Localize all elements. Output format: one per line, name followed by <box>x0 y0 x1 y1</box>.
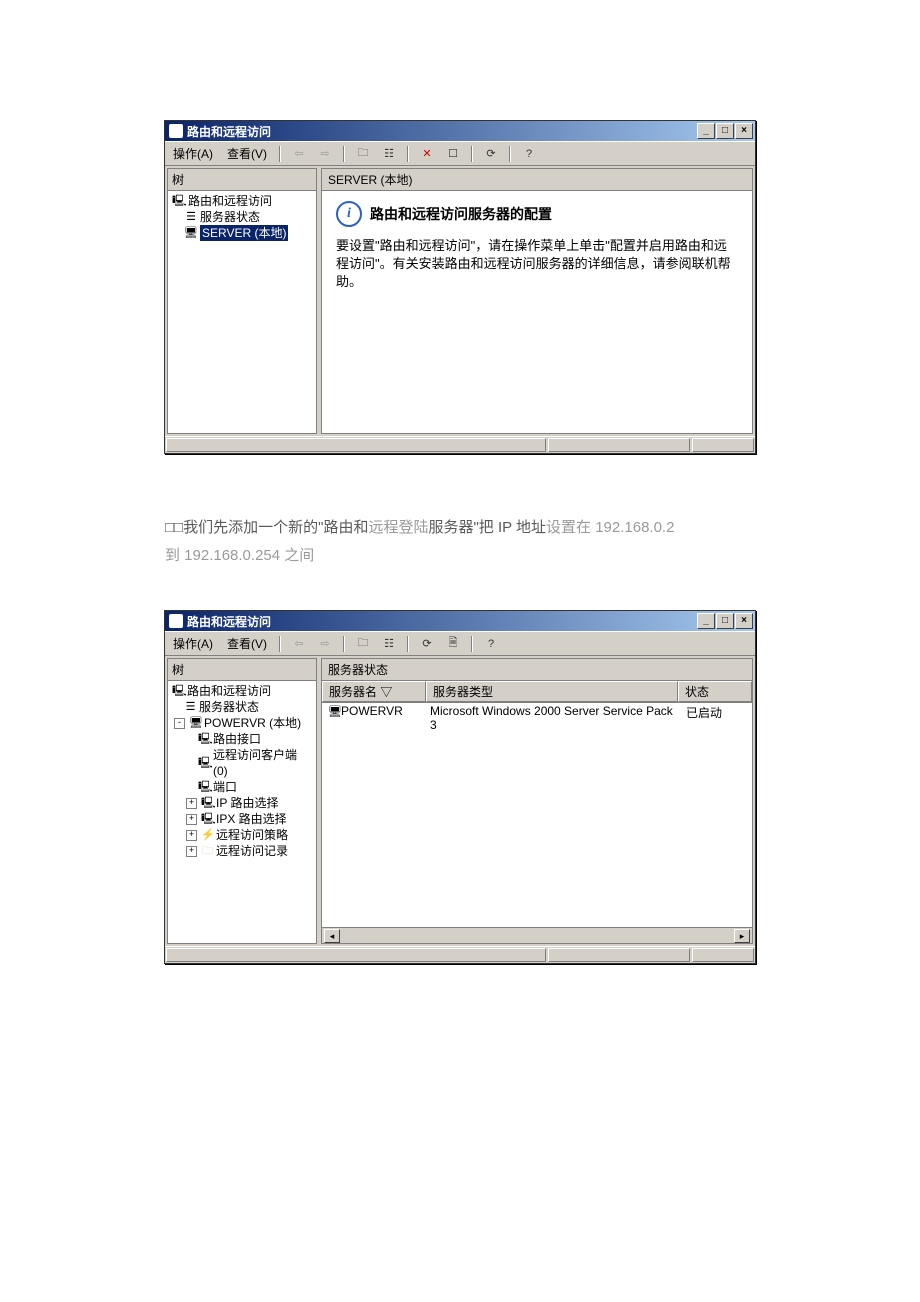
tree-ipx-routing[interactable]: +🖳IPX 路由选择 <box>170 811 314 827</box>
forward-icon[interactable]: ⇨ <box>315 635 335 653</box>
window-title: 路由和远程访问 <box>187 613 271 630</box>
close-button[interactable]: × <box>735 123 753 139</box>
export-icon[interactable]: 🗎 <box>443 635 463 653</box>
body-paragraph: □□我们先添加一个新的"路由和远程登陆服务器"把 IP 地址设置在 192.16… <box>165 514 755 570</box>
info-text: 要设置"路由和远程访问"，请在操作菜单上单击"配置并启用路由和远程访问"。有关安… <box>336 237 738 291</box>
tree-server-local[interactable]: 🖥SERVER (本地) <box>170 225 314 241</box>
menu-view[interactable]: 查看(V) <box>223 634 271 653</box>
tree-remote-policy[interactable]: +⚡远程访问策略 <box>170 827 314 843</box>
app-icon <box>169 614 183 628</box>
rras-window-1: 路由和远程访问 _ □ × 操作(A) 查看(V) ⇦ ⇨ 🗀 ☷ ✕ ☐ ⟳ … <box>164 120 756 454</box>
maximize-button[interactable]: □ <box>716 613 734 629</box>
tree-root[interactable]: 🖳路由和远程访问 <box>170 193 314 209</box>
info-title: 路由和远程访问服务器的配置 <box>370 205 552 223</box>
tree-root[interactable]: 🖳路由和远程访问 <box>170 683 314 699</box>
titlebar[interactable]: 路由和远程访问 _ □ × <box>165 611 755 631</box>
content-pane: 服务器状态 服务器名 ▽ 服务器类型 状态 🖥POWERVR Microsoft… <box>321 658 753 944</box>
statusbar <box>165 946 755 963</box>
tree-header: 树 <box>168 659 316 681</box>
col-server-type[interactable]: 服务器类型 <box>426 681 678 702</box>
tree-server-status[interactable]: ☰服务器状态 <box>170 209 314 225</box>
list-header: 服务器名 ▽ 服务器类型 状态 <box>322 681 752 703</box>
refresh-icon[interactable]: ⟳ <box>417 635 437 653</box>
menubar: 操作(A) 查看(V) ⇦ ⇨ 🗀 ☷ ✕ ☐ ⟳ ? <box>165 141 755 165</box>
col-server-name[interactable]: 服务器名 ▽ <box>322 681 426 702</box>
info-icon: i <box>336 201 362 227</box>
scroll-left-icon[interactable]: ◂ <box>324 929 340 943</box>
tree-server-local[interactable]: -🖥POWERVR (本地) <box>170 715 314 731</box>
content-pane: SERVER (本地) i 路由和远程访问服务器的配置 要设置"路由和远程访问"… <box>321 168 753 434</box>
refresh-icon[interactable]: ⟳ <box>481 145 501 163</box>
tree-ip-routing[interactable]: +🖳IP 路由选择 <box>170 795 314 811</box>
content-header: 服务器状态 <box>322 659 752 681</box>
minimize-button[interactable]: _ <box>697 613 715 629</box>
scroll-right-icon[interactable]: ▸ <box>734 929 750 943</box>
help-icon[interactable]: ? <box>481 635 501 653</box>
tree-routing-interfaces[interactable]: 🖳路由接口 <box>170 731 314 747</box>
tree-header: 树 <box>168 169 316 191</box>
delete-icon[interactable]: ✕ <box>417 145 437 163</box>
tree-pane: 树 🖳路由和远程访问 ☰服务器状态 -🖥POWERVR (本地) 🖳路由接口 🖳… <box>167 658 317 944</box>
menu-action[interactable]: 操作(A) <box>169 634 217 653</box>
properties-icon[interactable]: ☐ <box>443 145 463 163</box>
menubar: 操作(A) 查看(V) ⇦ ⇨ 🗀 ☷ ⟳ 🗎 ? <box>165 631 755 655</box>
help-icon[interactable]: ? <box>519 145 539 163</box>
up-icon[interactable]: 🗀 <box>353 145 373 163</box>
tree-remote-clients[interactable]: 🖳远程访问客户端 (0) <box>170 747 314 779</box>
tree-ports[interactable]: 🖳端口 <box>170 779 314 795</box>
list-row[interactable]: 🖥POWERVR Microsoft Windows 2000 Server S… <box>322 703 752 733</box>
menu-view[interactable]: 查看(V) <box>223 144 271 163</box>
minimize-button[interactable]: _ <box>697 123 715 139</box>
back-icon[interactable]: ⇦ <box>289 145 309 163</box>
tree-pane: 树 🖳路由和远程访问 ☰服务器状态 🖥SERVER (本地) <box>167 168 317 434</box>
content-header: SERVER (本地) <box>322 169 752 191</box>
back-icon[interactable]: ⇦ <box>289 635 309 653</box>
horizontal-scrollbar[interactable]: ◂ ▸ <box>322 927 752 943</box>
forward-icon[interactable]: ⇨ <box>315 145 335 163</box>
titlebar[interactable]: 路由和远程访问 _ □ × <box>165 121 755 141</box>
close-button[interactable]: × <box>735 613 753 629</box>
tree-server-status[interactable]: ☰服务器状态 <box>170 699 314 715</box>
app-icon <box>169 124 183 138</box>
menu-action[interactable]: 操作(A) <box>169 144 217 163</box>
show-icon[interactable]: ☷ <box>379 635 399 653</box>
col-status[interactable]: 状态 <box>678 681 752 702</box>
up-icon[interactable]: 🗀 <box>353 635 373 653</box>
statusbar <box>165 436 755 453</box>
tree-remote-log[interactable]: +🗀远程访问记录 <box>170 843 314 859</box>
show-icon[interactable]: ☷ <box>379 145 399 163</box>
window-title: 路由和远程访问 <box>187 123 271 140</box>
rras-window-2: 路由和远程访问 _ □ × 操作(A) 查看(V) ⇦ ⇨ 🗀 ☷ ⟳ 🗎 ? <box>164 610 756 964</box>
maximize-button[interactable]: □ <box>716 123 734 139</box>
